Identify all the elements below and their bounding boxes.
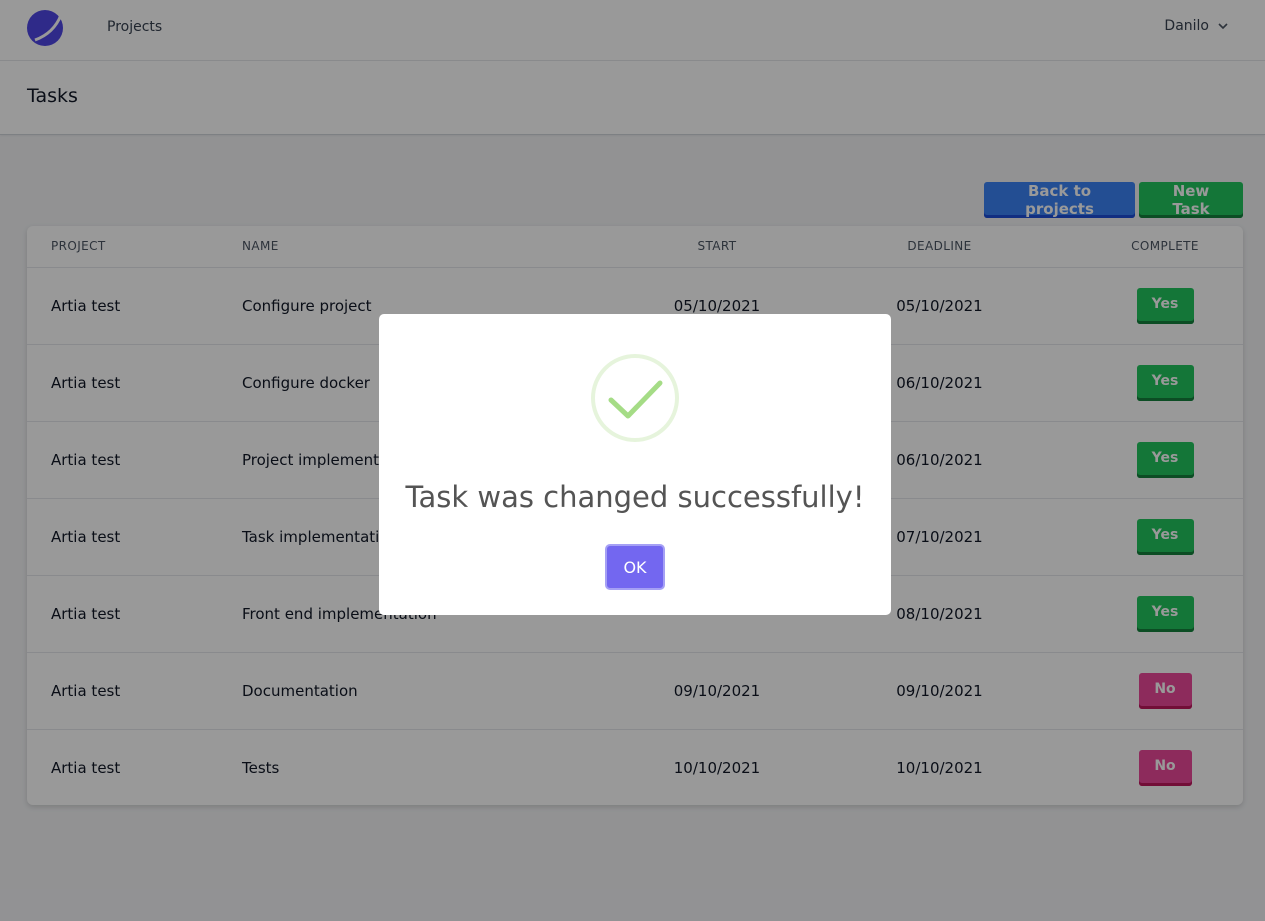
success-check-icon (591, 354, 679, 442)
modal-title: Task was changed successfully! (405, 480, 865, 514)
success-modal: Task was changed successfully! OK (379, 314, 891, 615)
ok-button[interactable]: OK (605, 544, 665, 590)
